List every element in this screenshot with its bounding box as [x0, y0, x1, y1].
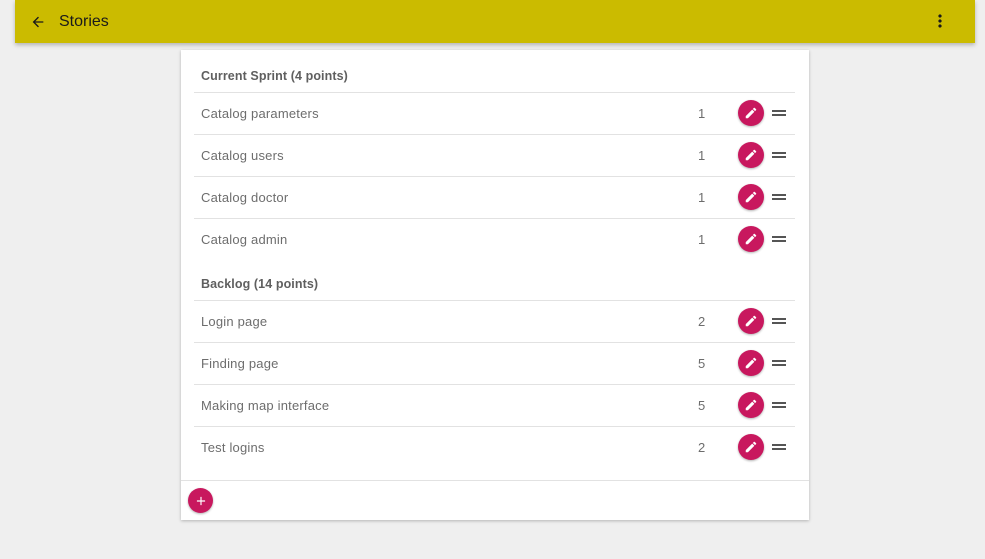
story-points: 2 [698, 440, 706, 455]
edit-story-button[interactable] [738, 350, 764, 376]
plus-icon [196, 496, 205, 505]
story-name: Catalog doctor [201, 190, 289, 205]
story-name: Test logins [201, 440, 265, 455]
back-button[interactable] [27, 11, 49, 33]
drag-handle-icon[interactable] [772, 401, 786, 409]
drag-handle-icon[interactable] [772, 109, 786, 117]
pencil-icon [745, 399, 757, 411]
stories-card: Current Sprint (4 points) Catalog parame… [181, 50, 809, 520]
story-row[interactable]: Making map interface 5 [194, 384, 795, 426]
drag-handle-icon[interactable] [772, 151, 786, 159]
arrow-back-icon [32, 16, 44, 27]
pencil-icon [745, 149, 757, 161]
story-row[interactable]: Catalog admin 1 [194, 218, 795, 260]
pencil-icon [745, 315, 757, 327]
story-points: 1 [698, 148, 706, 163]
add-story-button[interactable] [188, 488, 213, 513]
page-title: Stories [59, 12, 109, 30]
story-name: Making map interface [201, 398, 330, 413]
drag-handle-icon[interactable] [772, 235, 786, 243]
card-footer-divider [181, 480, 809, 481]
app-toolbar: Stories [15, 0, 975, 43]
more-vert-icon [938, 14, 942, 28]
story-row[interactable]: Test logins 2 [194, 426, 795, 468]
edit-story-button[interactable] [738, 434, 764, 460]
edit-story-button[interactable] [738, 142, 764, 168]
edit-story-button[interactable] [738, 308, 764, 334]
backlog-header: Backlog (14 points) [201, 277, 319, 291]
pencil-icon [745, 191, 757, 203]
current-sprint-header: Current Sprint (4 points) [201, 69, 348, 83]
drag-handle-icon[interactable] [772, 193, 786, 201]
drag-handle-icon[interactable] [772, 443, 786, 451]
story-name: Catalog users [201, 148, 284, 163]
story-row[interactable]: Login page 2 [194, 300, 795, 342]
edit-story-button[interactable] [738, 184, 764, 210]
pencil-icon [745, 233, 757, 245]
story-row[interactable]: Catalog parameters 1 [194, 92, 795, 134]
story-points: 5 [698, 398, 706, 413]
pencil-icon [745, 441, 757, 453]
story-row[interactable]: Catalog users 1 [194, 134, 795, 176]
story-points: 1 [698, 106, 706, 121]
story-name: Login page [201, 314, 268, 329]
story-points: 2 [698, 314, 706, 329]
story-points: 1 [698, 232, 706, 247]
story-name: Finding page [201, 356, 279, 371]
drag-handle-icon[interactable] [772, 359, 786, 367]
story-points: 1 [698, 190, 706, 205]
story-row[interactable]: Catalog doctor 1 [194, 176, 795, 218]
pencil-icon [745, 357, 757, 369]
pencil-icon [745, 107, 757, 119]
drag-handle-icon[interactable] [772, 317, 786, 325]
more-options-button[interactable] [929, 10, 951, 32]
story-points: 5 [698, 356, 706, 371]
story-name: Catalog admin [201, 232, 288, 247]
story-name: Catalog parameters [201, 106, 319, 121]
edit-story-button[interactable] [738, 392, 764, 418]
edit-story-button[interactable] [738, 100, 764, 126]
story-row[interactable]: Finding page 5 [194, 342, 795, 384]
edit-story-button[interactable] [738, 226, 764, 252]
